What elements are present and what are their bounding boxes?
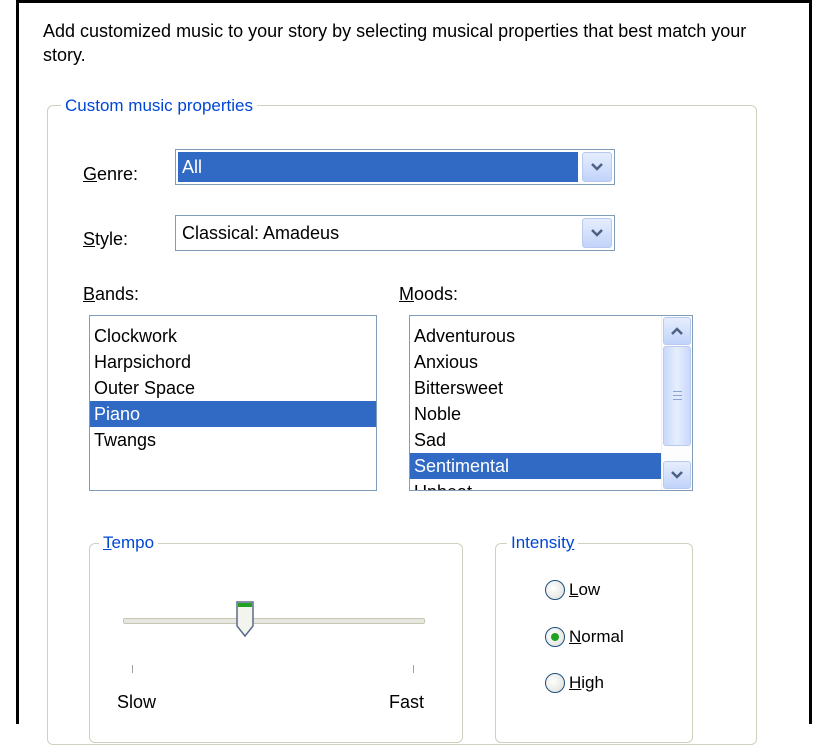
list-item[interactable]: Upbeat [410,479,662,490]
bands-listbox[interactable]: Clockwork Harpsichord Outer Space Piano … [89,315,377,491]
list-item[interactable]: Adventurous [410,323,662,349]
bands-label: Bands: [83,284,140,304]
dialog-frame: Add customized music to your story by se… [16,0,812,745]
style-combobox[interactable]: Classical: Amadeus [175,215,615,251]
list-item-selected[interactable]: Piano [90,401,376,427]
intensity-high-label[interactable]: High [569,672,604,694]
tempo-tick-min [132,665,133,673]
style-label: Style: [83,229,129,249]
tempo-tick-max [413,665,414,673]
chevron-up-icon [671,327,683,335]
style-dropdown-button[interactable] [582,218,612,248]
genre-value: All [178,152,578,182]
tempo-slider-thumb[interactable] [235,600,255,640]
list-item[interactable]: Clockwork [90,323,376,349]
list-item[interactable]: Anxious [410,349,662,375]
list-item[interactable]: Outer Space [90,375,376,401]
intensity-normal-label[interactable]: Normal [569,626,624,648]
intro-text: Add customized music to your story by se… [43,21,747,65]
list-item[interactable]: Twangs [90,427,376,453]
list-item-selected[interactable]: Sentimental [410,453,662,479]
list-item[interactable]: Noble [410,401,662,427]
intensity-low-label[interactable]: Low [569,579,600,601]
scroll-down-button[interactable] [663,461,691,489]
scroll-thumb[interactable] [663,346,691,446]
custom-music-properties-title: Custom music properties [61,96,258,116]
genre-combobox[interactable]: All [175,149,615,185]
intensity-title: Intensity [507,533,579,553]
chevron-down-icon [671,471,683,479]
moods-scrollbar[interactable] [661,316,692,490]
style-value: Classical: Amadeus [182,223,340,243]
tempo-slider-track[interactable] [123,618,425,624]
tempo-max-label: Fast [389,692,425,712]
tempo-title: Tempo [99,533,159,553]
moods-label: Moods: [399,284,459,304]
slider-thumb-icon [236,601,254,638]
tempo-min-label: Slow [117,692,157,712]
genre-label: Genre: [83,164,139,184]
list-item[interactable]: Harpsichord [90,349,376,375]
list-item[interactable]: Sad [410,427,662,453]
chevron-down-icon [591,229,603,237]
genre-dropdown-button[interactable] [582,152,612,182]
intensity-normal-radio[interactable] [545,627,565,647]
chevron-down-icon [591,163,603,171]
intensity-high-radio[interactable] [545,673,565,693]
intensity-low-radio[interactable] [545,580,565,600]
list-item[interactable]: Bittersweet [410,375,662,401]
tempo-group [89,543,463,743]
scroll-up-button[interactable] [663,317,691,345]
moods-listbox[interactable]: Adventurous Anxious Bittersweet Noble Sa… [409,315,693,491]
radio-checked-dot [551,633,559,641]
